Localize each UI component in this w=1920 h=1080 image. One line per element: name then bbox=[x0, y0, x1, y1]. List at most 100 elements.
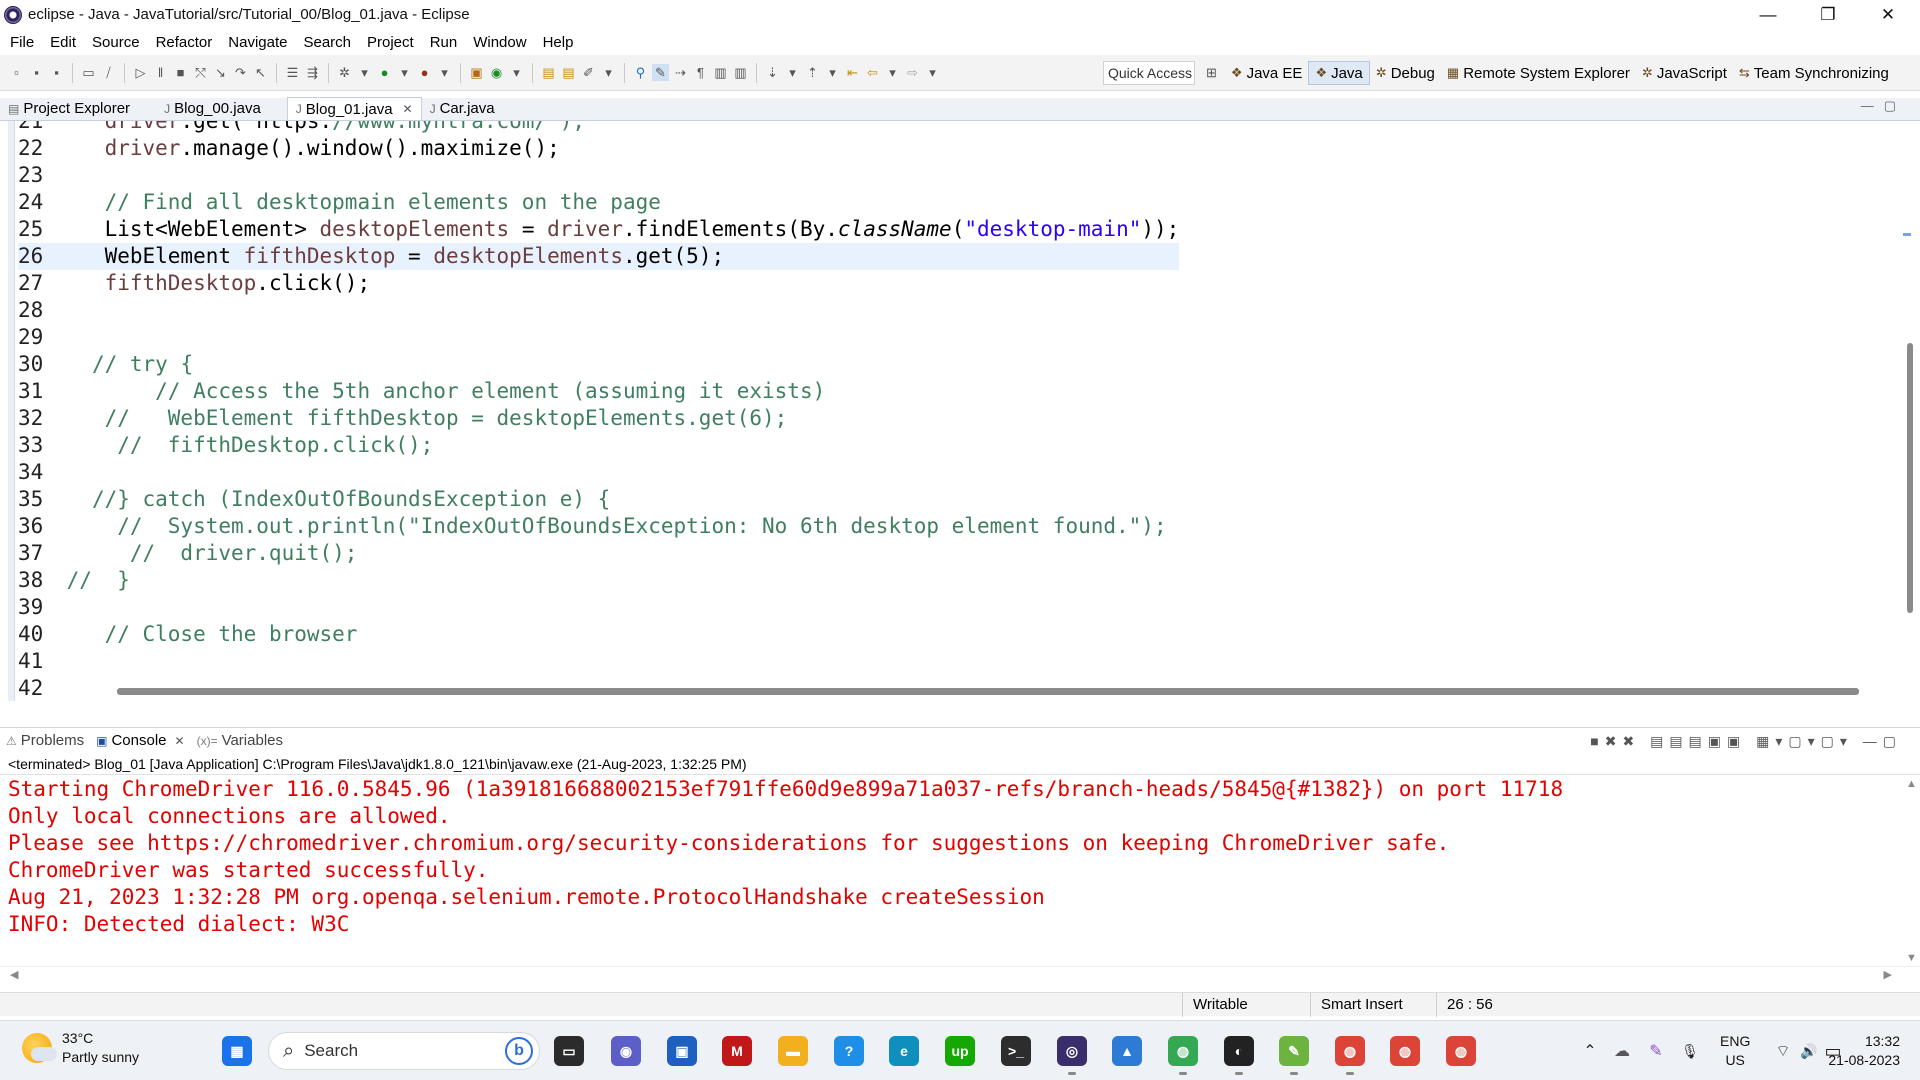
code-line[interactable]: 38 // } bbox=[18, 567, 1179, 594]
code-line[interactable]: 29 bbox=[18, 324, 1179, 351]
perspective-team-synchronizing[interactable]: ⇆ Team Synchronizing bbox=[1733, 61, 1895, 85]
code-line[interactable]: 26 WebElement fifthDesktop = desktopElem… bbox=[18, 243, 1180, 270]
tab-blog-01[interactable]: J Blog_01.java ✕ bbox=[286, 97, 422, 120]
onedrive-icon[interactable]: ☁ bbox=[1610, 1021, 1634, 1080]
open-console-icon[interactable]: ☰ bbox=[284, 64, 301, 81]
open-perspective-icon[interactable]: ⊞ bbox=[1206, 65, 1217, 81]
code-line[interactable]: 37 // driver.quit(); bbox=[18, 540, 1179, 567]
code-line[interactable]: 35 //} catch (IndexOutOfBoundsException … bbox=[18, 486, 1179, 513]
task-view-icon[interactable]: ▭ bbox=[554, 1036, 584, 1066]
pen-menu-icon[interactable]: ✎ bbox=[1644, 1021, 1668, 1080]
terminal-view-icon[interactable]: ▭ bbox=[80, 64, 97, 81]
tab-variables[interactable]: (x)= Variables bbox=[191, 732, 289, 749]
quick-access-field[interactable]: Quick Access bbox=[1103, 61, 1195, 85]
scroll-left-icon[interactable]: ◀ bbox=[10, 968, 18, 981]
menu-edit[interactable]: Edit bbox=[42, 34, 84, 51]
upwork-icon[interactable]: up bbox=[945, 1036, 975, 1066]
menu-project[interactable]: Project bbox=[359, 34, 422, 51]
show-hidden-icons-button[interactable]: ⌃ bbox=[1578, 1021, 1602, 1080]
code-line[interactable]: 25 List<WebElement> desktopElements = dr… bbox=[18, 216, 1179, 243]
code-line[interactable]: 23 bbox=[18, 162, 1179, 189]
code-line[interactable]: 24 // Find all desktopmain elements on t… bbox=[18, 189, 1179, 216]
editor-view-controls[interactable]: —▢ bbox=[1861, 98, 1906, 114]
mcafee-icon[interactable]: M bbox=[722, 1036, 752, 1066]
console-output[interactable]: Starting ChromeDriver 116.0.5845.96 (1a3… bbox=[0, 776, 1920, 966]
dropdown-arrow-icon[interactable]: ▾ bbox=[508, 64, 525, 81]
dropdown-arrow-icon[interactable]: ▾ bbox=[396, 64, 413, 81]
dropdown-arrow-icon[interactable]: ▾ bbox=[356, 64, 373, 81]
restore-button[interactable]: ❐ bbox=[1800, 0, 1856, 29]
word-wrap-icon[interactable]: ¶ bbox=[692, 64, 709, 81]
back-icon[interactable]: ⇦ bbox=[864, 64, 881, 81]
close-tab-icon[interactable]: ✕ bbox=[403, 102, 413, 116]
tab-car[interactable]: J Car.java bbox=[422, 97, 503, 120]
code-line[interactable]: 41 bbox=[18, 648, 1179, 675]
step-return-icon[interactable]: ↖ bbox=[252, 64, 269, 81]
obs-icon[interactable]: ◐ bbox=[1224, 1036, 1254, 1075]
language-indicator[interactable]: ENG US bbox=[1720, 1032, 1750, 1070]
chrome-icon-1[interactable]: ◍ bbox=[1335, 1036, 1365, 1075]
dropdown-arrow-icon[interactable]: ▾ bbox=[600, 64, 617, 81]
code-line[interactable]: 30 // try { bbox=[18, 351, 1179, 378]
console-horizontal-scrollbar[interactable]: ◀ ▶ bbox=[0, 966, 1920, 982]
menu-help[interactable]: Help bbox=[535, 34, 582, 51]
dropdown-arrow-icon[interactable]: ▾ bbox=[436, 64, 453, 81]
menu-file[interactable]: File bbox=[2, 34, 42, 51]
dropdown-arrow-icon[interactable]: ▾ bbox=[924, 64, 941, 81]
code-line[interactable]: 36 // System.out.println("IndexOutOfBoun… bbox=[18, 513, 1179, 540]
code-line[interactable]: 31 // Access the 5th anchor element (ass… bbox=[18, 378, 1179, 405]
menu-search[interactable]: Search bbox=[295, 34, 359, 51]
terminal-icon[interactable]: >_ bbox=[1001, 1036, 1031, 1066]
use-step-filters-icon[interactable]: ⇶ bbox=[304, 64, 321, 81]
eclipse-taskbar-icon[interactable]: ◎ bbox=[1057, 1036, 1087, 1075]
chrome-icon-3[interactable]: ◍ bbox=[1446, 1036, 1476, 1066]
step-over-icon[interactable]: ↷ bbox=[232, 64, 249, 81]
dropdown-arrow-icon[interactable]: ▾ bbox=[884, 64, 901, 81]
code-line[interactable]: 33 // fifthDesktop.click(); bbox=[18, 432, 1179, 459]
code-line[interactable]: 32 // WebElement fifthDesktop = desktopE… bbox=[18, 405, 1179, 432]
debug-icon[interactable]: ✲ bbox=[336, 64, 353, 81]
toggle-highlight-icon[interactable]: ✎ bbox=[652, 64, 669, 81]
code-line[interactable]: 22 driver.manage().window().maximize(); bbox=[18, 135, 1179, 162]
new-package-icon[interactable]: ◉ bbox=[488, 64, 505, 81]
tab-console[interactable]: ▣ Console ✕ bbox=[90, 732, 190, 749]
perspective-remote-system-explorer[interactable]: ▦ Remote System Explorer bbox=[1441, 61, 1636, 85]
external-tools-icon[interactable]: ● bbox=[416, 64, 433, 81]
editor-horizontal-scrollbar[interactable] bbox=[117, 688, 1859, 695]
code-line[interactable]: 39 bbox=[18, 594, 1179, 621]
start-button[interactable]: ▦ bbox=[222, 1036, 252, 1066]
tab-problems[interactable]: ⚠ Problems bbox=[0, 732, 90, 749]
code-line[interactable]: 40 // Close the browser bbox=[18, 621, 1179, 648]
menu-navigate[interactable]: Navigate bbox=[220, 34, 295, 51]
close-tab-icon[interactable]: ✕ bbox=[175, 734, 185, 748]
forward-icon[interactable]: ⇨ bbox=[904, 64, 921, 81]
search-toolbar-icon[interactable]: ✐ bbox=[580, 64, 597, 81]
perspective-debug[interactable]: ✲ Debug bbox=[1370, 61, 1441, 85]
resume-icon[interactable]: ▷ bbox=[132, 64, 149, 81]
chrome-profile-icon[interactable]: ◍ bbox=[1168, 1036, 1198, 1075]
last-edit-location-icon[interactable]: ⇤ bbox=[844, 64, 861, 81]
new-java-project-icon[interactable]: ▣ bbox=[468, 64, 485, 81]
menu-window[interactable]: Window bbox=[465, 34, 534, 51]
status-insert-mode[interactable]: Smart Insert bbox=[1310, 993, 1434, 1017]
toggle-block-selection-icon[interactable]: ⇢ bbox=[672, 64, 689, 81]
step-into-icon[interactable]: ↘ bbox=[212, 64, 229, 81]
previous-annotation-icon[interactable]: ⇡ bbox=[804, 64, 821, 81]
edge-browser-icon[interactable]: e bbox=[889, 1036, 919, 1066]
dropdown-arrow-icon[interactable]: ▾ bbox=[824, 64, 841, 81]
menu-refactor[interactable]: Refactor bbox=[148, 34, 221, 51]
scroll-down-icon[interactable]: ▼ bbox=[1906, 952, 1917, 964]
microphone-icon[interactable]: 🎙 bbox=[1678, 1021, 1702, 1080]
new-icon[interactable]: ▫ bbox=[8, 64, 25, 81]
close-button[interactable]: ✕ bbox=[1860, 0, 1916, 29]
teams-chat-icon[interactable]: ◉ bbox=[611, 1036, 641, 1066]
save-all-icon[interactable]: ▪ bbox=[48, 64, 65, 81]
taskbar-search[interactable]: ⌕ Search b bbox=[268, 1032, 540, 1070]
open-type-icon[interactable]: ▤ bbox=[540, 64, 557, 81]
next-annotation-icon[interactable]: ⇣ bbox=[764, 64, 781, 81]
dropdown-arrow-icon[interactable]: ▾ bbox=[784, 64, 801, 81]
run-icon[interactable]: ● bbox=[376, 64, 393, 81]
overview-ruler-marker[interactable] bbox=[1903, 233, 1911, 236]
perspective-java[interactable]: ❖ Java bbox=[1308, 61, 1370, 85]
show-whitespace-icon[interactable]: ▥ bbox=[732, 64, 749, 81]
